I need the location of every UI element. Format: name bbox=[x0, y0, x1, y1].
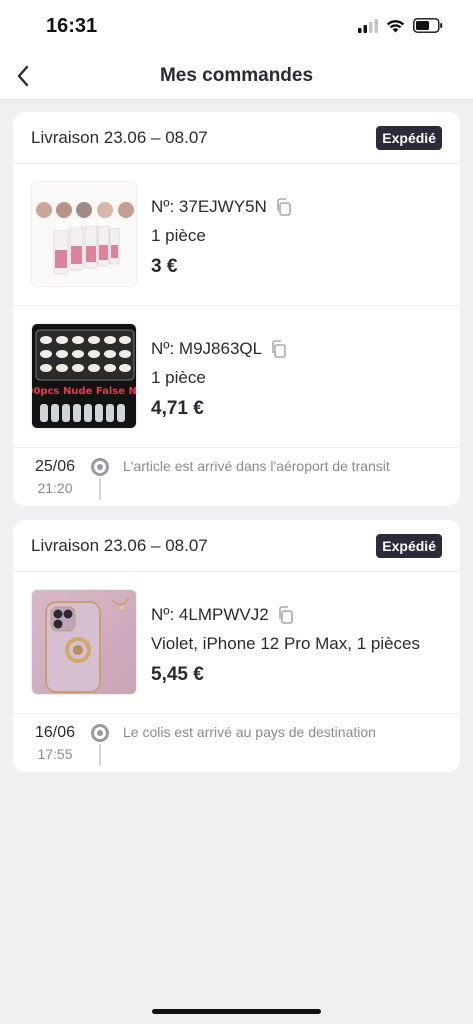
order-item[interactable]: Nº: 37EJWY5N 1 pièce 3 € bbox=[13, 164, 460, 306]
page-title: Mes commandes bbox=[159, 65, 314, 86]
delivery-range: Livraison 23.06 – 08.07 bbox=[31, 127, 208, 147]
timeline-dot-icon bbox=[91, 458, 109, 476]
tracking-date: 25/06 bbox=[34, 458, 76, 475]
product-image-false-nails[interactable]: 500pcs Nude False Nail bbox=[31, 323, 137, 429]
signal-icon bbox=[358, 18, 378, 33]
status-badge: Expédié bbox=[376, 125, 442, 150]
tracking-message: L'article est arrivé dans l'aéroport de … bbox=[123, 458, 390, 474]
product-image-phone-case[interactable] bbox=[31, 589, 137, 695]
order-number-row: Nº: 4LMPWVJ2 bbox=[151, 604, 420, 626]
tracking-entry[interactable]: 16/06 17:55 Le colis est arrivé au pays … bbox=[13, 714, 460, 772]
tracking-message: Le colis est arrivé au pays de destinati… bbox=[123, 724, 376, 740]
item-variant-quantity: Violet, iPhone 12 Pro Max, 1 pièces bbox=[151, 634, 421, 653]
order-number-row: Nº: 37EJWY5N bbox=[151, 196, 293, 218]
item-quantity: 1 pièce bbox=[151, 368, 206, 387]
order-number: Nº: M9J863QL bbox=[151, 339, 263, 358]
tracking-time: 21:20 bbox=[37, 480, 73, 496]
item-info: Nº: 37EJWY5N 1 pièce 3 € bbox=[151, 196, 293, 278]
product-image-nail-glue[interactable] bbox=[31, 181, 137, 287]
status-time: 16:31 bbox=[46, 15, 98, 37]
status-badge: Expédié bbox=[376, 533, 442, 558]
delivery-range: Livraison 23.06 – 08.07 bbox=[31, 535, 208, 555]
home-indicator[interactable] bbox=[152, 1009, 321, 1014]
tracking-entry[interactable]: 25/06 21:20 L'article est arrivé dans l'… bbox=[13, 448, 460, 506]
timeline-line bbox=[99, 478, 101, 500]
order-number: Nº: 4LMPWVJ2 bbox=[151, 605, 269, 624]
tracking-datetime: 25/06 21:20 bbox=[31, 458, 79, 496]
copy-icon[interactable] bbox=[275, 198, 293, 216]
item-info: Nº: 4LMPWVJ2 Violet, iPhone 12 Pro Max, … bbox=[151, 604, 420, 686]
order-number: Nº: 37EJWY5N bbox=[151, 197, 267, 216]
order-header: Livraison 23.06 – 08.07 Expédié bbox=[13, 112, 460, 164]
timeline-dot-icon bbox=[91, 724, 109, 742]
copy-icon[interactable] bbox=[270, 340, 288, 358]
item-info: Nº: M9J863QL 1 pièce 4,71 € bbox=[151, 338, 288, 420]
item-quantity: 1 pièce bbox=[151, 226, 206, 245]
order-number-row: Nº: M9J863QL bbox=[151, 338, 288, 360]
item-price: 3 € bbox=[151, 256, 178, 277]
order-card[interactable]: Livraison 23.06 – 08.07 Expédié bbox=[13, 520, 460, 772]
timeline-line bbox=[99, 744, 101, 766]
order-item[interactable]: 500pcs Nude False Nail Nº: M9J863QL 1 pi… bbox=[13, 306, 460, 448]
item-price: 5,45 € bbox=[151, 664, 204, 685]
battery-icon bbox=[413, 18, 443, 33]
tracking-time: 17:55 bbox=[37, 746, 73, 762]
image-caption: 500pcs Nude False Nail bbox=[32, 386, 137, 397]
order-card[interactable]: Livraison 23.06 – 08.07 Expédié bbox=[13, 112, 460, 506]
nav-bar: Mes commandes bbox=[0, 52, 473, 100]
status-icons bbox=[358, 18, 443, 33]
copy-icon[interactable] bbox=[277, 606, 295, 624]
wifi-icon bbox=[386, 19, 405, 32]
order-header: Livraison 23.06 – 08.07 Expédié bbox=[13, 520, 460, 572]
tracking-date: 16/06 bbox=[34, 724, 76, 741]
order-item[interactable]: Nº: 4LMPWVJ2 Violet, iPhone 12 Pro Max, … bbox=[13, 572, 460, 714]
status-bar: 16:31 bbox=[0, 0, 473, 52]
item-price: 4,71 € bbox=[151, 398, 204, 419]
tracking-datetime: 16/06 17:55 bbox=[31, 724, 79, 762]
